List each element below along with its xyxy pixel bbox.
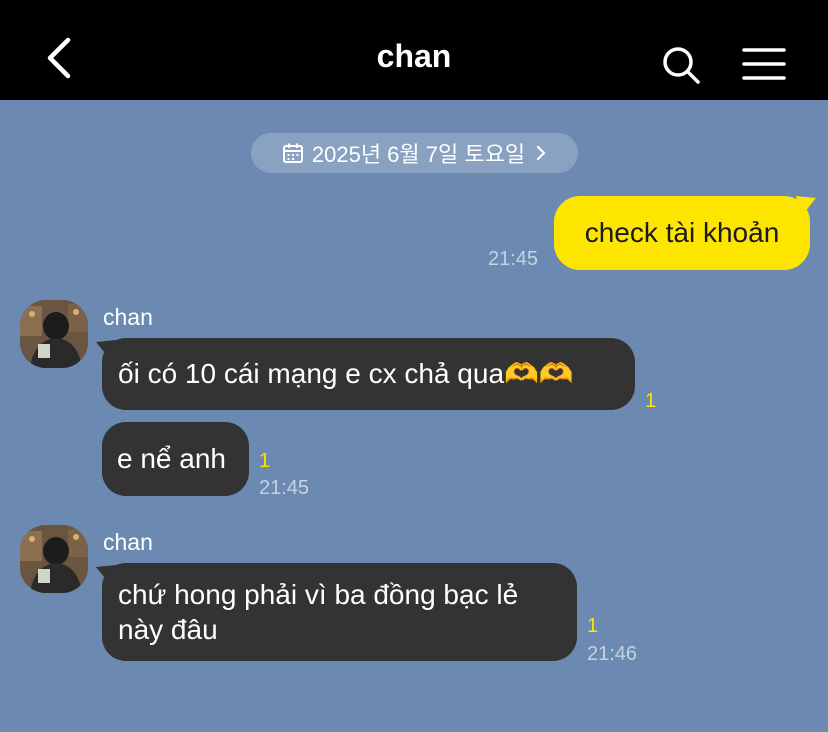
avatar-photo: [20, 525, 88, 593]
avatar-photo: [20, 300, 88, 368]
calendar-icon: [282, 143, 303, 163]
avatar[interactable]: [20, 525, 88, 593]
search-icon[interactable]: [660, 44, 702, 86]
message-time: 21:45: [488, 248, 539, 270]
my-message-bubble[interactable]: check tài khoản: [554, 196, 810, 270]
message-bubble[interactable]: ối có 10 cái mạng e cx chả qua🫶🫶: [102, 338, 635, 410]
date-divider[interactable]: 2025년 6월 7일 토요일: [251, 133, 578, 173]
unread-count: 1: [587, 615, 599, 637]
sender-name: chan: [103, 304, 153, 330]
chat-title: chan: [376, 38, 452, 74]
date-divider-label: 2025년 6월 7일 토요일: [311, 142, 526, 167]
unread-count: 1: [645, 390, 657, 412]
sender-name: chan: [103, 529, 153, 555]
unread-count: 1: [259, 450, 271, 472]
avatar[interactable]: [20, 300, 88, 368]
menu-icon[interactable]: [742, 46, 786, 82]
chevron-right-icon: [536, 145, 546, 161]
message-time: 21:45: [259, 477, 310, 499]
message-bubble[interactable]: e nể anh: [102, 422, 249, 496]
top-bar: chan: [0, 0, 828, 100]
message-time: 21:46: [587, 643, 638, 665]
message-bubble[interactable]: chứ hong phải vì ba đồng bạc lẻ này đâu: [102, 563, 577, 661]
